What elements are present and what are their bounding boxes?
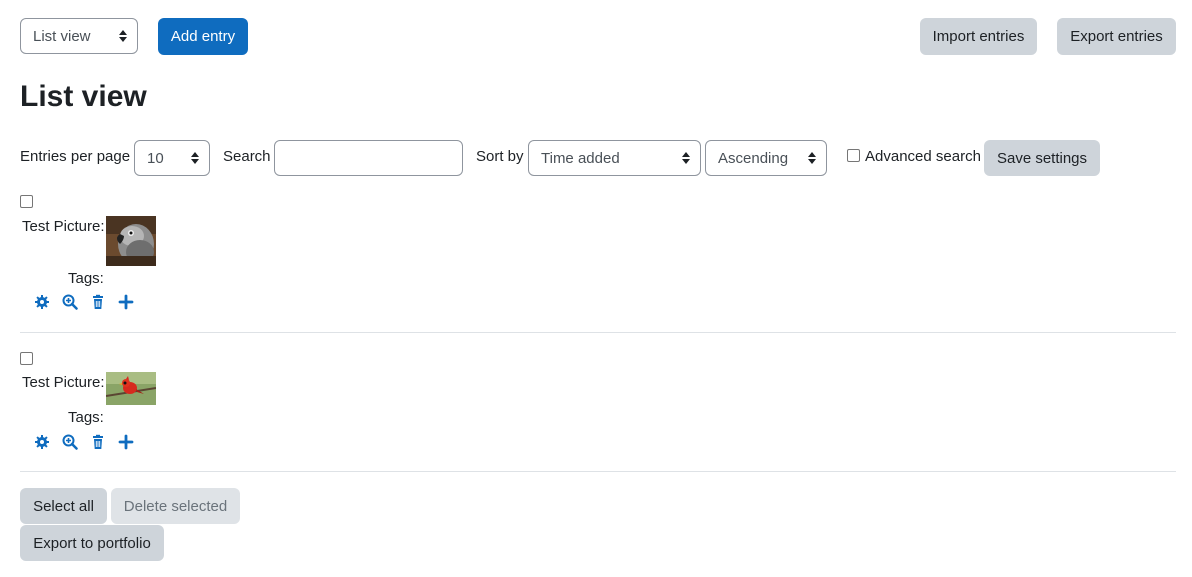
entry-field-label: Test Picture: [22, 374, 105, 391]
red-bird-image [106, 372, 156, 405]
plus-icon[interactable] [118, 294, 134, 310]
zoom-in-icon[interactable] [62, 434, 78, 450]
entry-tags-label: Tags: [68, 409, 104, 426]
entry-tags-label: Tags: [68, 270, 104, 287]
select-arrows-icon [191, 152, 199, 164]
delete-selected-button[interactable]: Delete selected [111, 488, 240, 524]
search-label: Search [223, 148, 271, 165]
advanced-search-label: Advanced search [865, 148, 981, 165]
entries-per-page-select[interactable]: 10 [134, 140, 210, 176]
entry-select-checkbox[interactable] [20, 352, 33, 365]
entries-per-page-value: 10 [147, 149, 164, 167]
advanced-search-checkbox[interactable] [847, 149, 860, 162]
view-select-value: List view [33, 27, 91, 45]
zoom-in-icon[interactable] [62, 294, 78, 310]
export-entries-button[interactable]: Export entries [1057, 18, 1176, 55]
trash-icon[interactable] [90, 434, 106, 450]
page-title: List view [20, 80, 147, 113]
entry-select-checkbox[interactable] [20, 195, 33, 208]
save-settings-button[interactable]: Save settings [984, 140, 1100, 176]
entry-divider [20, 332, 1176, 333]
add-entry-button[interactable]: Add entry [158, 18, 248, 55]
select-all-label: Select all [33, 497, 94, 515]
export-entries-label: Export entries [1070, 28, 1163, 45]
add-entry-label: Add entry [170, 28, 236, 45]
sort-field-select[interactable]: Time added [528, 140, 701, 176]
export-to-portfolio-label: Export to portfolio [33, 534, 151, 552]
gear-icon[interactable] [34, 434, 50, 450]
trash-icon[interactable] [90, 294, 106, 310]
view-select[interactable]: List view [20, 18, 138, 54]
sort-order-value: Ascending [718, 149, 789, 167]
search-input[interactable] [274, 140, 463, 176]
save-settings-label: Save settings [996, 149, 1088, 167]
import-entries-button[interactable]: Import entries [920, 18, 1037, 55]
gear-icon[interactable] [34, 294, 50, 310]
select-arrows-icon [808, 152, 816, 164]
select-arrows-icon [119, 30, 127, 42]
entries-per-page-label: Entries per page [20, 148, 131, 165]
select-arrows-icon [682, 152, 690, 164]
import-entries-label: Import entries [932, 28, 1025, 45]
entry-picture-red-bird[interactable] [106, 372, 156, 405]
entry-field-label: Test Picture: [22, 218, 105, 235]
sort-field-value: Time added [541, 149, 620, 167]
parrot-image [106, 216, 156, 266]
select-all-button[interactable]: Select all [20, 488, 107, 524]
delete-selected-label: Delete selected [123, 497, 228, 515]
sort-order-select[interactable]: Ascending [705, 140, 827, 176]
plus-icon[interactable] [118, 434, 134, 450]
export-to-portfolio-button[interactable]: Export to portfolio [20, 525, 164, 561]
sort-by-label: Sort by [476, 148, 524, 165]
entry-picture-parrot[interactable] [106, 216, 156, 266]
entry-divider [20, 471, 1176, 472]
